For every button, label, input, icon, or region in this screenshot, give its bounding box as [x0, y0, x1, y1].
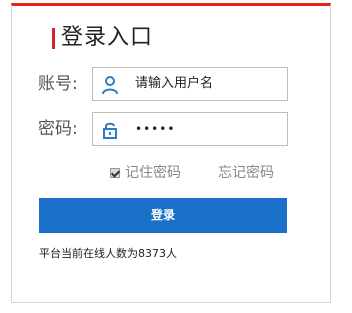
- password-value: •••••: [135, 122, 176, 136]
- username-label: 账号:: [38, 74, 78, 94]
- page-title: 登录入口: [61, 25, 154, 50]
- password-label: 密码:: [38, 119, 78, 139]
- remember-label: 记住密码: [125, 165, 181, 181]
- login-panel: 登录入口 账号: 请输入用户名 密码: ••••• 记住密码 忘记密码 登录 平…: [11, 3, 331, 303]
- username-field[interactable]: 请输入用户名: [92, 67, 288, 101]
- password-field[interactable]: •••••: [92, 112, 288, 146]
- forgot-password-link[interactable]: 忘记密码: [218, 164, 274, 182]
- online-count: 8373: [138, 247, 166, 260]
- online-suffix: 人: [166, 247, 177, 260]
- lock-icon: [101, 120, 119, 140]
- login-button[interactable]: 登录: [39, 198, 287, 233]
- username-placeholder: 请输入用户名: [135, 76, 214, 91]
- user-icon: [101, 75, 119, 95]
- remember-checkbox[interactable]: [110, 168, 120, 178]
- online-prefix: 平台当前在线人数为: [39, 247, 138, 260]
- title-accent-bar: [52, 28, 55, 49]
- online-count-text: 平台当前在线人数为8373人: [39, 246, 177, 262]
